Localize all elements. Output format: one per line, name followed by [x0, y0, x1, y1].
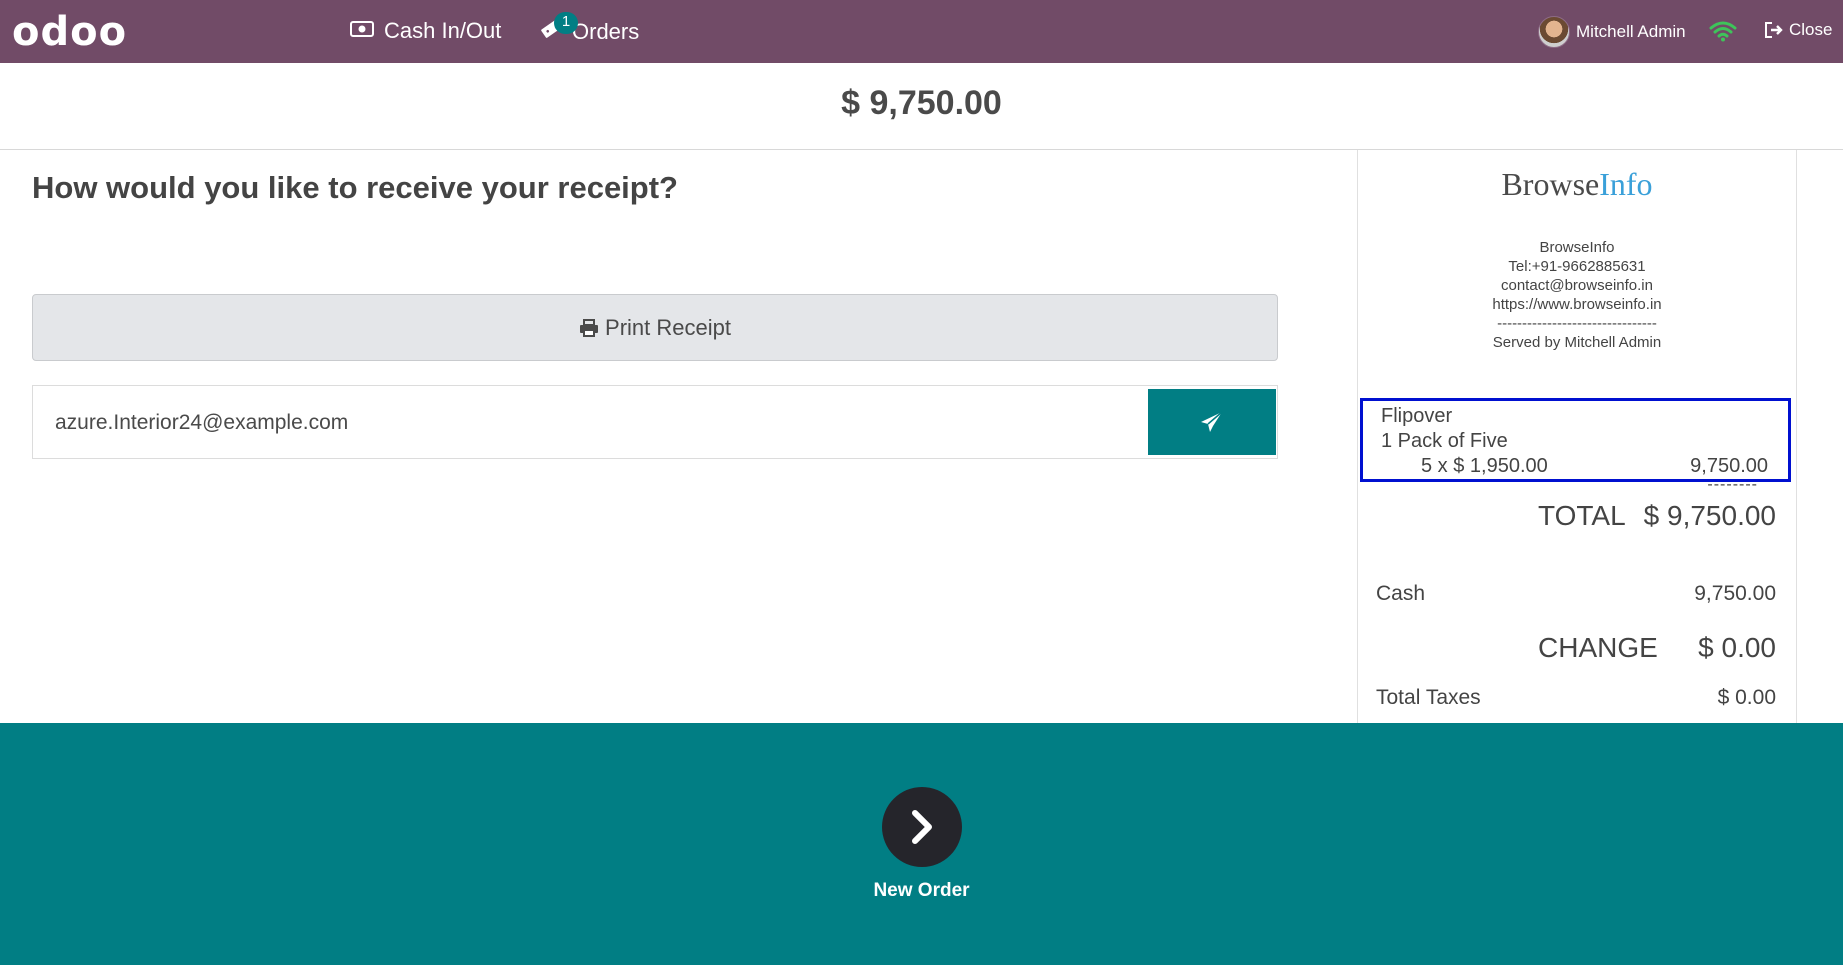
close-label: Close: [1789, 20, 1833, 39]
cash-in-out-button[interactable]: Cash In/Out: [350, 18, 501, 44]
payment-amount: 9,750.00: [1694, 582, 1776, 605]
brand-main-text: Browse: [1501, 166, 1600, 202]
order-total-header: $ 9,750.00: [0, 63, 1843, 150]
ticket-icon: 1: [540, 12, 578, 46]
receipt-total-value: $ 9,750.00: [1643, 500, 1776, 531]
user-name: Mitchell Admin: [1576, 22, 1686, 41]
send-email-button[interactable]: [1148, 389, 1276, 455]
print-receipt-label: Print Receipt: [605, 314, 731, 340]
order-total-amount: $ 9,750.00: [841, 84, 1002, 122]
company-website: https://www.browseinfo.in: [1492, 296, 1662, 313]
product-packaging: 1 Pack of Five: [1381, 430, 1508, 452]
company-separator: --------------------------------: [1497, 315, 1657, 332]
orders-button[interactable]: 1 Orders: [540, 12, 640, 46]
company-logo: BrowseInfo: [1358, 166, 1796, 203]
company-phone: Tel:+91-9662885631: [1508, 258, 1646, 275]
new-order-label[interactable]: New Order: [0, 880, 1843, 902]
wifi-icon: [1709, 20, 1737, 47]
orders-label: Orders: [572, 19, 640, 44]
new-order-button[interactable]: [882, 787, 962, 867]
total-taxes-label: Total Taxes: [1376, 686, 1481, 709]
change-value: $ 0.00: [1698, 632, 1776, 663]
avatar: [1538, 16, 1570, 48]
order-line-highlight: Flipover 1 Pack of Five 5 x $ 1,950.00 9…: [1360, 398, 1791, 482]
print-receipt-button[interactable]: Print Receipt: [32, 294, 1278, 361]
served-by: Served by Mitchell Admin: [1492, 334, 1662, 351]
odoo-logo: odoo: [12, 9, 128, 55]
company-email: contact@browseinfo.in: [1501, 277, 1653, 294]
brand-accent-text: Info: [1599, 166, 1653, 202]
money-icon: [350, 18, 374, 44]
orders-count-badge: 1: [554, 12, 578, 34]
user-menu[interactable]: Mitchell Admin: [1538, 16, 1686, 48]
cash-in-out-label: Cash In/Out: [384, 18, 502, 43]
close-button[interactable]: Close: [1764, 20, 1832, 40]
product-line-amount: 9,750.00: [1690, 455, 1768, 477]
total-taxes-value: $ 0.00: [1717, 686, 1776, 709]
printer-icon: [580, 318, 599, 337]
payment-method-label: Cash: [1376, 582, 1426, 605]
product-name: Flipover: [1381, 405, 1453, 427]
change-label: CHANGE: [1538, 632, 1658, 663]
chevron-right-icon: [912, 810, 932, 844]
top-navbar: odoo Cash In/Out 1 Orders Mitchell Admin: [0, 0, 1843, 63]
total-separator: --------: [1707, 476, 1758, 493]
company-name: BrowseInfo: [1539, 239, 1615, 256]
company-info: BrowseInfo Tel:+91-9662885631 contact@br…: [1358, 238, 1796, 352]
email-receipt-row: [32, 385, 1278, 460]
product-qty-price: 5 x $ 1,950.00: [1421, 455, 1548, 477]
receipt-total-label: TOTAL: [1538, 500, 1626, 531]
receipt-preview: BrowseInfo BrowseInfo Tel:+91-9662885631…: [1357, 150, 1797, 723]
email-input[interactable]: [53, 386, 1157, 460]
receipt-question: How would you like to receive your recei…: [32, 170, 678, 205]
sign-out-icon: [1765, 22, 1783, 38]
bottom-action-bar: New Order: [0, 723, 1843, 965]
paper-plane-icon: [1201, 411, 1223, 432]
